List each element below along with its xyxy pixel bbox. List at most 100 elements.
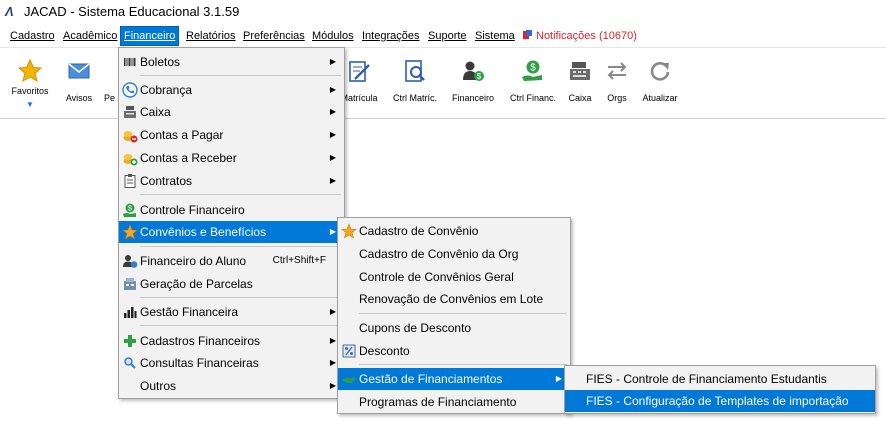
menu-item-programas-de-financiamento[interactable]: Programas de Financiamento [338, 391, 570, 413]
handshake-icon [342, 375, 356, 383]
menu-item-outros[interactable]: Outros ▶ [119, 375, 344, 397]
magnifier-icon [124, 357, 136, 369]
user-money-icon: $ [463, 61, 484, 81]
menu-item-label: Outros [140, 379, 177, 393]
svg-text:$: $ [477, 72, 482, 81]
menu-item-label: Controle de Convênios Geral [359, 270, 514, 284]
menu-item-label: Cupons de Desconto [359, 321, 472, 335]
submenu-arrow-icon: ▶ [329, 227, 336, 236]
menu-item-shortcut: Ctrl+Shift+F [272, 255, 326, 266]
title-bar: Λ JACAD - Sistema Educacional 3.1.59 [0, 0, 886, 24]
menu-item-label: Desconto [359, 344, 410, 358]
menu-item-geracao-de-parcelas[interactable]: Geração de Parcelas [119, 273, 344, 295]
money-hand-icon: $ [123, 203, 136, 217]
phone-icon [122, 82, 138, 98]
menu-item-label: FIES - Controle de Financiamento Estudan… [586, 372, 827, 386]
menu-item-fies-controle[interactable]: FIES - Controle de Financiamento Estudan… [565, 368, 875, 390]
menu-item-financeiro-do-aluno[interactable]: Financeiro do Aluno Ctrl+Shift+F [119, 250, 344, 272]
menu-item-label: Cadastros Financeiros [140, 334, 261, 348]
cash-register-icon [124, 106, 136, 118]
menu-item-cadastro-de-convenio[interactable]: Cadastro de Convênio [338, 220, 570, 242]
submenu-arrow-icon: ▶ [329, 307, 336, 316]
menu-separator [140, 75, 341, 76]
menu-item-label: Convênios e Benefícios [140, 225, 267, 239]
toolbar-orgs-label: Orgs [607, 93, 627, 103]
menu-item-contas-a-receber[interactable]: Contas a Receber ▶ [119, 147, 344, 169]
menu-separator [359, 313, 567, 314]
swap-arrows-icon [607, 62, 627, 80]
envelope-icon [68, 63, 90, 79]
menu-financeiro[interactable]: Financeiro [119, 26, 180, 46]
menu-item-gestao-de-financiamentos[interactable]: Gestão de Financiamentos ▶ [338, 368, 570, 390]
menu-bar: Cadastro Acadêmico Financeiro Relatórios… [0, 25, 886, 48]
menu-item-label: Cobrança [140, 83, 193, 97]
notifications-button[interactable]: Notificações (10670) [522, 28, 637, 44]
submenu-arrow-icon: ▶ [329, 107, 336, 116]
menu-item-cadastros-financeiros[interactable]: Cadastros Financeiros ▶ [119, 330, 344, 352]
menu-item-renovacao-de-convenios-em-lote[interactable]: Renovação de Convênios em Lote [338, 288, 570, 310]
menu-modulos[interactable]: Módulos [312, 28, 354, 44]
app-logo: Λ [5, 4, 14, 19]
menu-item-label: Geração de Parcelas [140, 277, 253, 291]
toolbar-ctrl-financ-label: Ctrl Financ. [509, 93, 556, 103]
toolbar-orgs-button[interactable]: Orgs [602, 48, 632, 118]
submenu-arrow-icon: ▶ [329, 358, 336, 367]
barcode-icon [124, 58, 136, 66]
generate-icon [124, 278, 136, 290]
chevron-down-icon[interactable]: ▼ [6, 100, 54, 109]
submenu-arrow-icon: ▶ [329, 381, 336, 390]
notifications-label: Notificações (10670) [536, 30, 637, 42]
menu-item-contas-a-pagar[interactable]: Contas a Pagar ▶ [119, 124, 344, 146]
menu-item-cobranca[interactable]: Cobrança ▶ [119, 79, 344, 101]
toolbar-atualizar-label: Atualizar [642, 93, 678, 103]
toolbar-ctrl-matric-button[interactable]: Ctrl Matríc. [388, 48, 442, 118]
menu-item-contratos[interactable]: Contratos ▶ [119, 170, 344, 192]
menu-preferencias[interactable]: Preferências [243, 28, 305, 44]
submenu-arrow-icon: ▶ [329, 57, 336, 66]
menu-cadastro[interactable]: Cadastro [10, 28, 55, 44]
menu-item-caixa[interactable]: Caixa ▶ [119, 101, 344, 123]
menu-item-gestao-financeira[interactable]: Gestão Financeira ▶ [119, 301, 344, 323]
menu-item-label: Controle Financeiro [140, 203, 245, 217]
submenu-arrow-icon: ▶ [329, 130, 336, 139]
menu-item-boletos[interactable]: Boletos ▶ [119, 51, 344, 73]
menu-item-controle-de-convenios-geral[interactable]: Controle de Convênios Geral [338, 266, 570, 288]
menu-item-cupons-de-desconto[interactable]: Cupons de Desconto [338, 317, 570, 339]
menu-item-cadastro-de-convenio-da-org[interactable]: Cadastro de Convênio da Org [338, 243, 570, 265]
menu-item-label: FIES - Configuração de Templates de impo… [586, 394, 849, 408]
menu-item-label: Contas a Receber [140, 151, 237, 165]
menu-relatorios[interactable]: Relatórios [186, 28, 236, 44]
toolbar-atualizar-button[interactable]: Atualizar [638, 48, 682, 118]
window-title: JACAD - Sistema Educacional 3.1.59 [24, 4, 240, 19]
menu-suporte[interactable]: Suporte [428, 28, 467, 44]
menu-separator [359, 364, 567, 365]
cash-register-icon [570, 62, 590, 80]
svg-text:$: $ [530, 63, 536, 74]
toolbar-caixa-button[interactable]: Caixa [564, 48, 596, 118]
toolbar-favoritos-button[interactable]: Favoritos ▼ [6, 48, 54, 118]
menu-item-desconto[interactable]: Desconto [338, 340, 570, 362]
toolbar-financeiro-button[interactable]: $ Financeiro [447, 48, 499, 118]
menu-item-controle-financeiro[interactable]: $ Controle Financeiro [119, 199, 344, 221]
bar-chart-icon [124, 307, 137, 318]
menu-separator [140, 194, 341, 195]
menu-item-label: Caixa [140, 105, 171, 119]
menu-separator [140, 325, 341, 326]
menu-item-label: Boletos [140, 55, 181, 69]
menu-item-consultas-financeiras[interactable]: Consultas Financeiras ▶ [119, 352, 344, 374]
toolbar-avisos-button[interactable]: Avisos [58, 48, 100, 118]
menu-item-label: Contas a Pagar [140, 128, 224, 142]
menu-sistema[interactable]: Sistema [475, 28, 515, 44]
menu-item-fies-configuracao-templates[interactable]: FIES - Configuração de Templates de impo… [565, 390, 875, 412]
money-hand-icon: $ [522, 60, 542, 81]
submenu-arrow-icon: ▶ [555, 374, 562, 383]
percent-icon [342, 344, 356, 358]
menu-integracoes[interactable]: Integrações [362, 28, 419, 44]
menu-item-convenios-e-beneficios[interactable]: Convênios e Benefícios ▶ [119, 221, 344, 243]
toolbar-ctrl-financ-button[interactable]: $ Ctrl Financ. [505, 48, 561, 118]
menu-item-label: Cadastro de Convênio da Org [359, 247, 519, 261]
submenu-arrow-icon: ▶ [329, 153, 336, 162]
menu-academico[interactable]: Acadêmico [63, 28, 117, 44]
menu-item-label: Consultas Financeiras [140, 356, 259, 370]
submenu-arrow-icon: ▶ [329, 336, 336, 345]
